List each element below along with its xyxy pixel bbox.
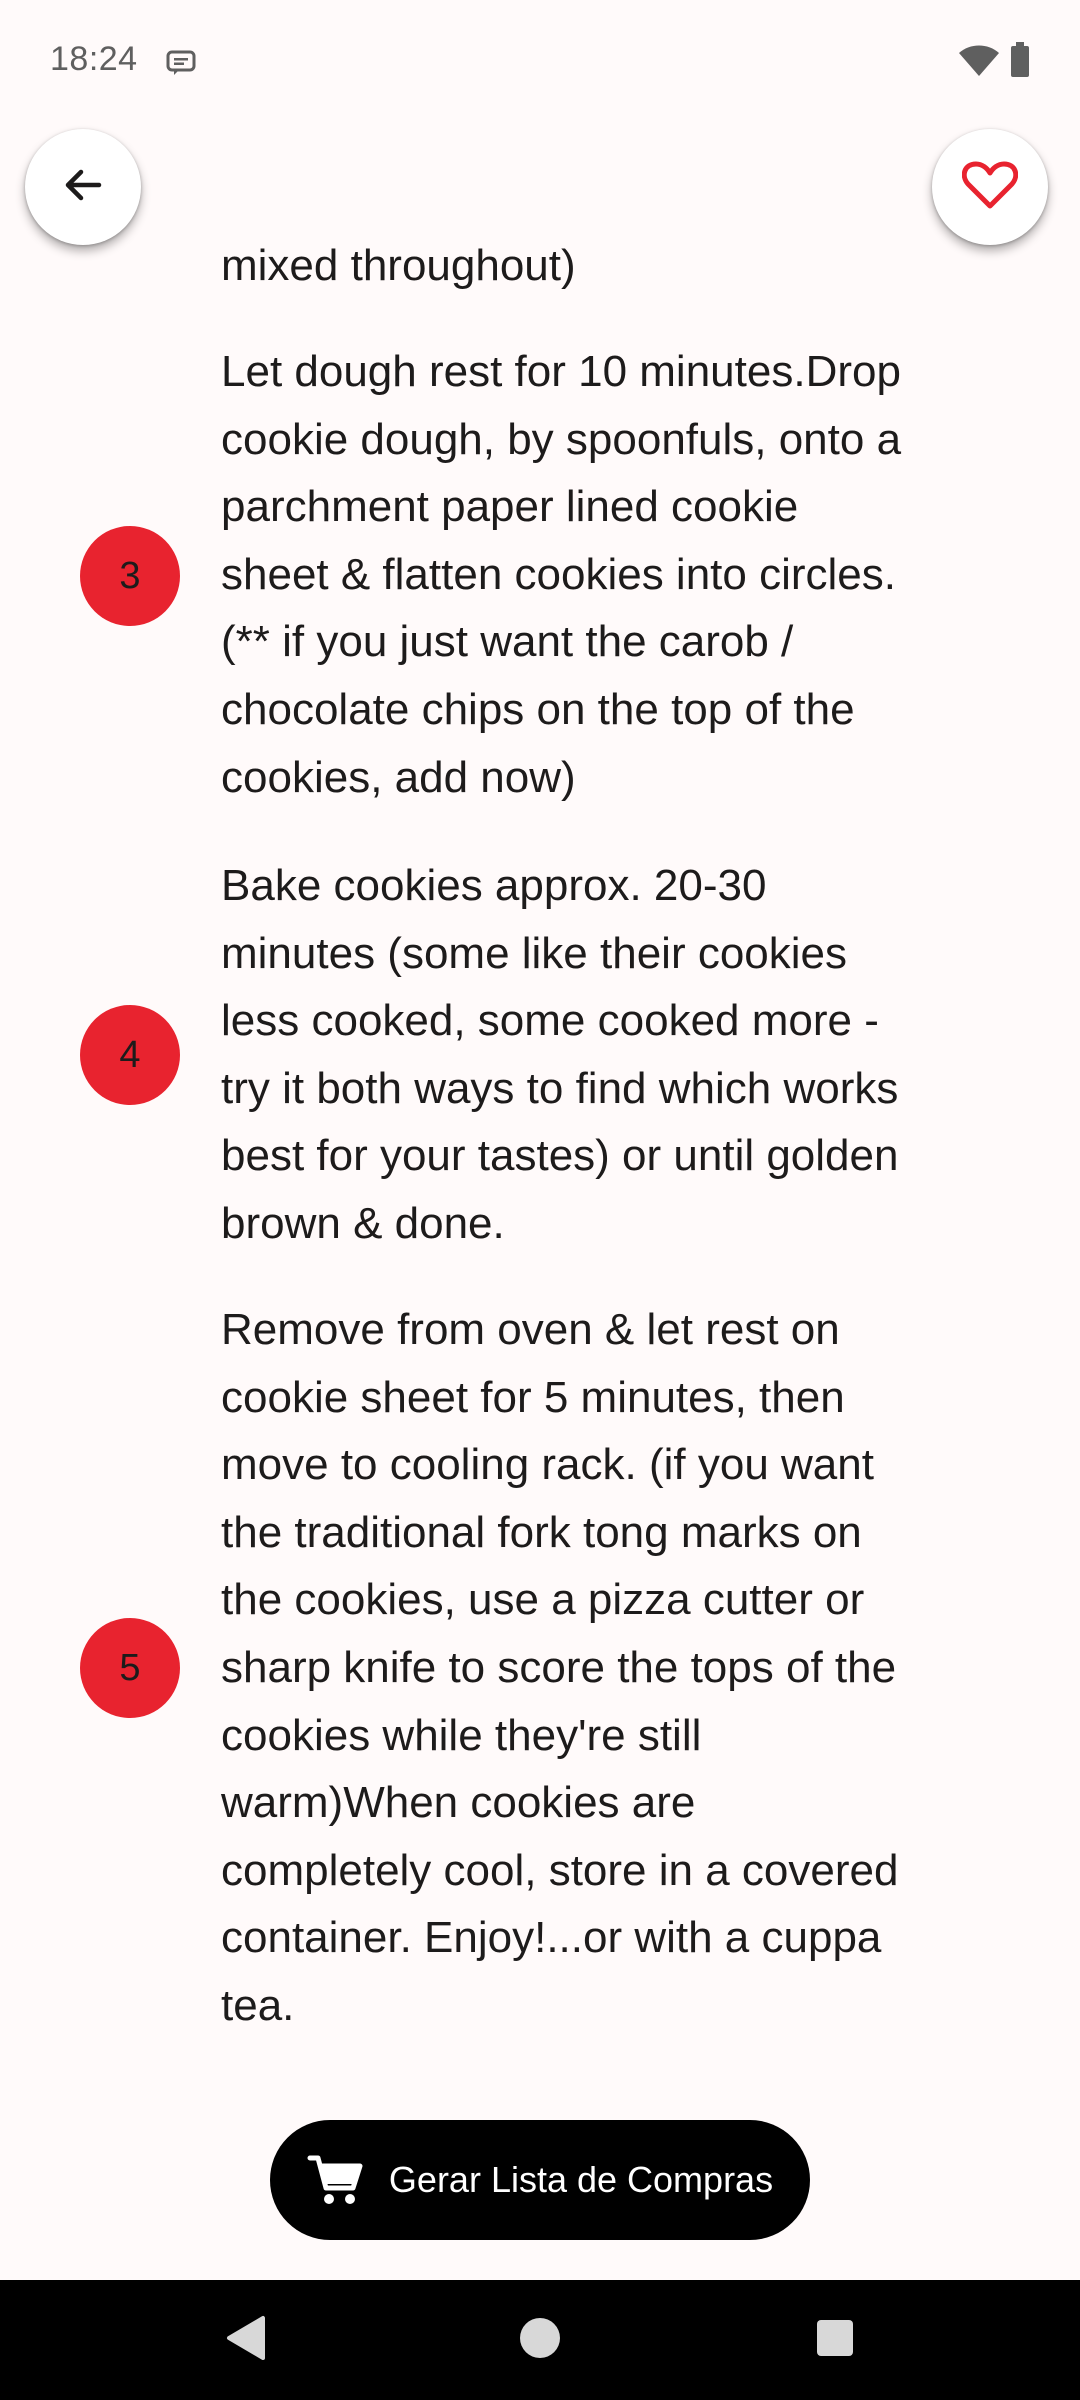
step-text: Let dough rest for 10 minutes.Drop cooki… [221, 347, 902, 802]
shopping-cart-icon [307, 2152, 363, 2208]
step-text-partial: mixed throughout) [221, 241, 576, 290]
recipe-steps[interactable]: mixed throughout) 3 Let dough rest for 1… [0, 0, 1080, 2280]
step-number-badge: 3 [80, 526, 180, 626]
nav-recents-button[interactable] [790, 2280, 880, 2400]
nav-recents-icon [815, 2318, 855, 2363]
heart-outline-icon [961, 160, 1019, 215]
arrow-back-icon [59, 161, 107, 214]
step-number-badge: 5 [80, 1618, 180, 1718]
nav-back-icon [223, 2314, 267, 2367]
favorite-button[interactable] [932, 129, 1048, 245]
step-number-badge: 4 [80, 1005, 180, 1105]
step-text: Bake cookies approx. 20-30 minutes (some… [221, 861, 899, 1248]
navigation-bar [0, 2280, 1080, 2400]
generate-shopping-list-button[interactable]: Gerar Lista de Compras [270, 2120, 810, 2240]
nav-home-button[interactable] [495, 2280, 585, 2400]
nav-home-icon [518, 2316, 562, 2365]
back-button[interactable] [25, 129, 141, 245]
shopping-button-label: Gerar Lista de Compras [388, 2159, 774, 2200]
nav-back-button[interactable] [200, 2280, 290, 2400]
step-text: Remove from oven & let rest on cookie sh… [221, 1305, 899, 2030]
